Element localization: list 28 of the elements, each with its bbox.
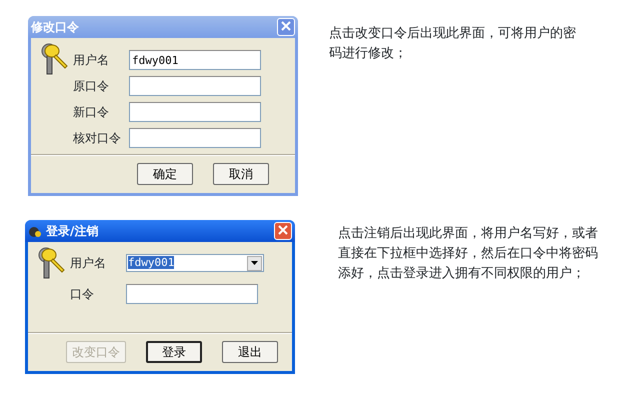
description-text: 点击改变口令后出现此界面，可将用户的密码进行修改； <box>329 25 577 63</box>
dialog-button[interactable]: 登录 <box>146 341 202 363</box>
input-field[interactable] <box>126 284 258 304</box>
dialog-button[interactable]: 确定 <box>137 163 193 185</box>
field-label: 原口令 <box>73 78 110 95</box>
app-icon <box>28 224 42 239</box>
dialog-button[interactable]: 取消 <box>213 163 269 185</box>
keys-icon <box>39 42 69 76</box>
input-field[interactable] <box>129 128 261 148</box>
input-field[interactable] <box>129 76 261 96</box>
close-icon[interactable] <box>281 21 291 32</box>
close-button[interactable] <box>277 18 295 36</box>
description-text: 点击注销后出现此界面，将用户名写好，或者直接在下拉框中选择好，然后在口令中将密码添好，点击登录进入拥有不同权限的用户； <box>338 225 599 283</box>
close-button[interactable] <box>274 222 292 240</box>
window-title: 登录/注销 <box>46 223 98 240</box>
input-field[interactable] <box>129 102 261 122</box>
close-icon[interactable] <box>278 225 288 236</box>
keys-icon <box>36 246 66 280</box>
field-label: 核对口令 <box>73 130 122 147</box>
username-dropdown[interactable]: fdwy001 <box>126 254 264 272</box>
dialog-button[interactable]: 退出 <box>222 341 278 363</box>
field-label: 用户名 <box>70 255 107 272</box>
window-title: 修改口令 <box>31 19 79 36</box>
field-label: 新口令 <box>73 104 110 121</box>
input-field[interactable]: fdwy001 <box>129 50 261 70</box>
field-label: 口令 <box>70 286 95 303</box>
dropdown-arrow-icon[interactable] <box>251 261 258 265</box>
field-label: 用户名 <box>73 52 110 69</box>
